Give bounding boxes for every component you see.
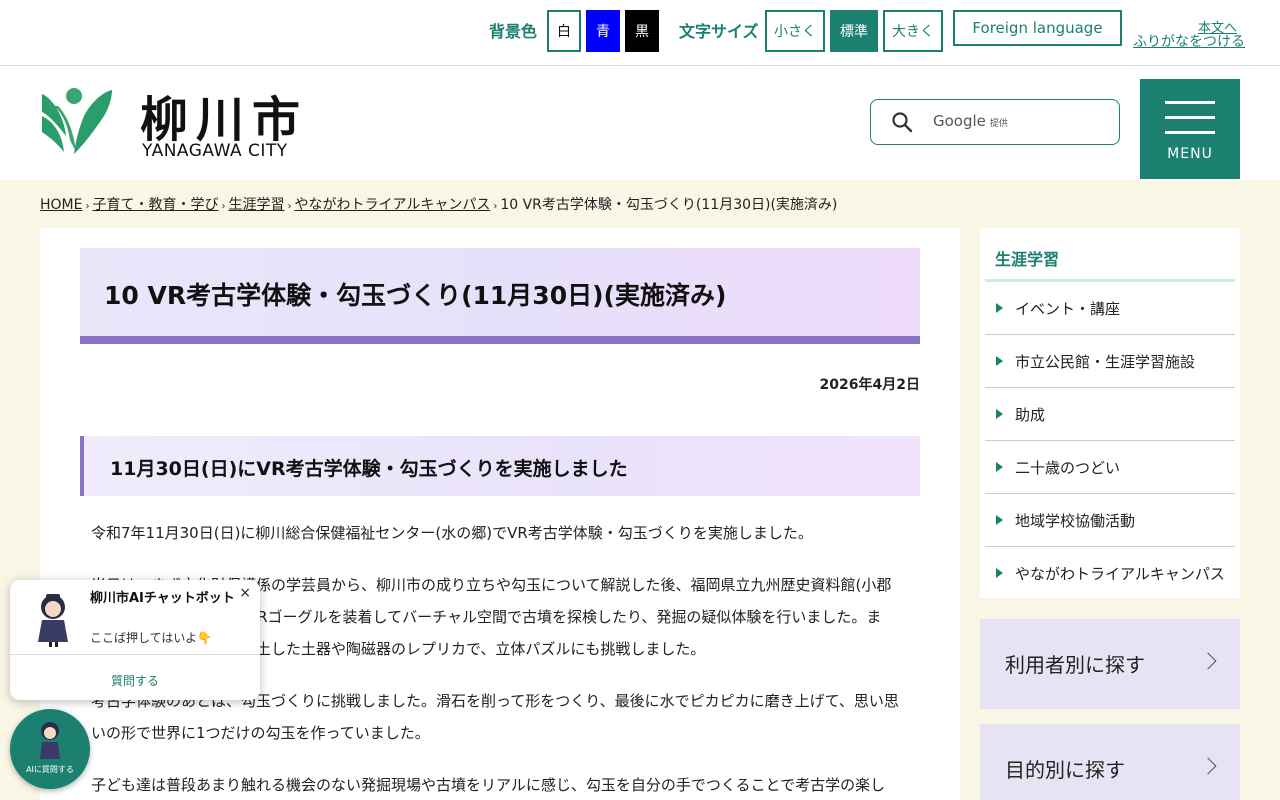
update-date: 2026年4月2日 — [819, 377, 920, 393]
font-size-label: 文字サイズ — [679, 22, 759, 41]
sidebar-nav: 生涯学習 イベント・講座 市立公民館・生涯学習施設 助成 二十歳のつどい 地域学… — [980, 228, 1240, 598]
breadcrumb: HOME › 子育て・教育・学び › 生涯学習 › やながわトライアルキャンパス › 10 VR… — [40, 194, 837, 214]
sidebar-item-community-centers[interactable]: 市立公民館・生涯学習施設 — [985, 335, 1235, 388]
menu-label: MENU — [1167, 146, 1213, 162]
sidebar-item-label: やながわトライアルキャンパス — [1015, 565, 1225, 583]
sidebar-item-school-collaboration[interactable]: 地域学校協働活動 — [985, 494, 1235, 547]
triangle-right-icon — [996, 462, 1003, 472]
bg-color-label: 背景色 — [489, 22, 538, 41]
chevron-right-icon — [1199, 652, 1217, 670]
search-provider-name: Google — [933, 112, 986, 130]
hamburger-icon-line — [1165, 116, 1215, 119]
breadcrumb-separator: › — [287, 201, 292, 212]
sidebar-item-label: 二十歳のつどい — [1015, 459, 1121, 477]
chatbot-launcher-button[interactable]: AIに質問する — [10, 709, 90, 789]
section-heading-box: 11月30日(日)にVR考古学体験・勾玉づくりを実施しました — [80, 436, 920, 496]
breadcrumb-separator: › — [221, 201, 226, 212]
bg-white-button[interactable]: 白 — [547, 10, 581, 52]
find-by-purpose-label: 目的別に探す — [1005, 758, 1125, 782]
search-provider-suffix: 提供 — [989, 119, 1008, 129]
site-title-english: YANAGAWA CITY — [142, 141, 288, 161]
triangle-right-icon — [996, 515, 1003, 525]
section-heading: 11月30日(日)にVR考古学体験・勾玉づくりを実施しました — [110, 458, 628, 480]
triangle-right-icon — [996, 568, 1003, 578]
page-title: 10 VR考古学体験・勾玉づくり(11月30日)(実施済み) — [104, 281, 727, 310]
site-title[interactable]: 柳川市 — [140, 80, 308, 150]
breadcrumb-current: 10 VR考古学体験・勾玉づくり(11月30日)(実施済み) — [500, 197, 838, 213]
paragraph: 令和7年11月30日(日)に柳川総合保健福祉センター(水の郷)でVR考古学体験・… — [91, 524, 813, 542]
site-header: 柳川市 YANAGAWA CITY Google 提供 MENU — [0, 66, 1280, 180]
city-logo-icon[interactable] — [40, 86, 114, 160]
search-provider: Google 提供 — [933, 112, 1008, 130]
foreign-language-button[interactable]: Foreign language — [953, 10, 1122, 46]
hamburger-icon — [1165, 101, 1215, 104]
triangle-right-icon — [996, 356, 1003, 366]
chatbot-avatar-icon — [38, 594, 68, 647]
bg-blue-button[interactable]: 青 — [586, 10, 620, 52]
triangle-right-icon — [996, 409, 1003, 419]
breadcrumb-trial-campus[interactable]: やながわトライアルキャンパス — [294, 197, 490, 213]
breadcrumb-home[interactable]: HOME — [40, 197, 82, 213]
furigana-link[interactable]: ふりがなをつける — [1133, 31, 1245, 51]
sidebar-item-label: 市立公民館・生涯学習施設 — [1015, 353, 1196, 371]
sidebar-item-coming-of-age[interactable]: 二十歳のつどい — [985, 441, 1235, 494]
font-small-button[interactable]: 小さく — [765, 10, 825, 52]
chatbot-popup: 柳川市AIチャットボット ここば押してはいよ👇 × 質問する — [10, 580, 260, 700]
menu-button[interactable]: MENU — [1140, 79, 1240, 179]
breadcrumb-lifelong-learning[interactable]: 生涯学習 — [228, 197, 284, 213]
main-content: 10 VR考古学体験・勾玉づくり(11月30日)(実施済み) 2026年4月2日… — [40, 228, 960, 800]
find-by-purpose-button[interactable]: 目的別に探す — [980, 724, 1240, 800]
chatbot-ask-button[interactable]: 質問する — [10, 672, 260, 689]
breadcrumb-separator: › — [493, 201, 498, 212]
font-standard-button[interactable]: 標準 — [830, 10, 878, 52]
breadcrumb-separator: › — [85, 201, 90, 212]
utility-bar: 背景色 白 青 黒 文字サイズ 小さく 標準 大きく Foreign langu… — [0, 0, 1280, 66]
chatbot-title: 柳川市AIチャットボット — [90, 591, 235, 606]
chatbot-character-icon — [40, 722, 60, 759]
page-title-box: 10 VR考古学体験・勾玉づくり(11月30日)(実施済み) — [80, 248, 920, 344]
chatbot-launcher-label: AIに質問する — [26, 765, 74, 774]
hamburger-icon-line — [1165, 131, 1215, 134]
sidebar-item-grants[interactable]: 助成 — [985, 388, 1235, 441]
sidebar-item-label: イベント・講座 — [1015, 300, 1121, 318]
close-icon[interactable]: × — [239, 585, 251, 601]
chatbot-subtitle: ここば押してはいよ👇 — [90, 631, 213, 645]
divider — [10, 654, 260, 655]
sidebar-heading-box: 生涯学習 — [985, 228, 1235, 282]
sidebar-item-label: 地域学校協働活動 — [1015, 512, 1136, 530]
font-large-button[interactable]: 大きく — [883, 10, 943, 52]
sidebar-item-label: 助成 — [1015, 406, 1046, 424]
site-search-input[interactable]: Google 提供 — [870, 99, 1120, 145]
sidebar-item-trial-campus[interactable]: やながわトライアルキャンパス — [985, 547, 1235, 600]
paragraph: 子ども達は普段あまり触れる機会のない発掘現場や古墳をリアルに感じ、勾玉を自分の手… — [91, 776, 886, 794]
breadcrumb-childcare-education[interactable]: 子育て・教育・学び — [92, 197, 218, 213]
sidebar-heading: 生涯学習 — [995, 250, 1060, 269]
sidebar-item-events[interactable]: イベント・講座 — [985, 282, 1235, 335]
search-icon[interactable] — [891, 111, 913, 133]
bg-black-button[interactable]: 黒 — [625, 10, 659, 52]
triangle-right-icon — [996, 303, 1003, 313]
find-by-user-label: 利用者別に探す — [1005, 653, 1145, 677]
find-by-user-button[interactable]: 利用者別に探す — [980, 619, 1240, 709]
chevron-right-icon — [1199, 757, 1217, 775]
